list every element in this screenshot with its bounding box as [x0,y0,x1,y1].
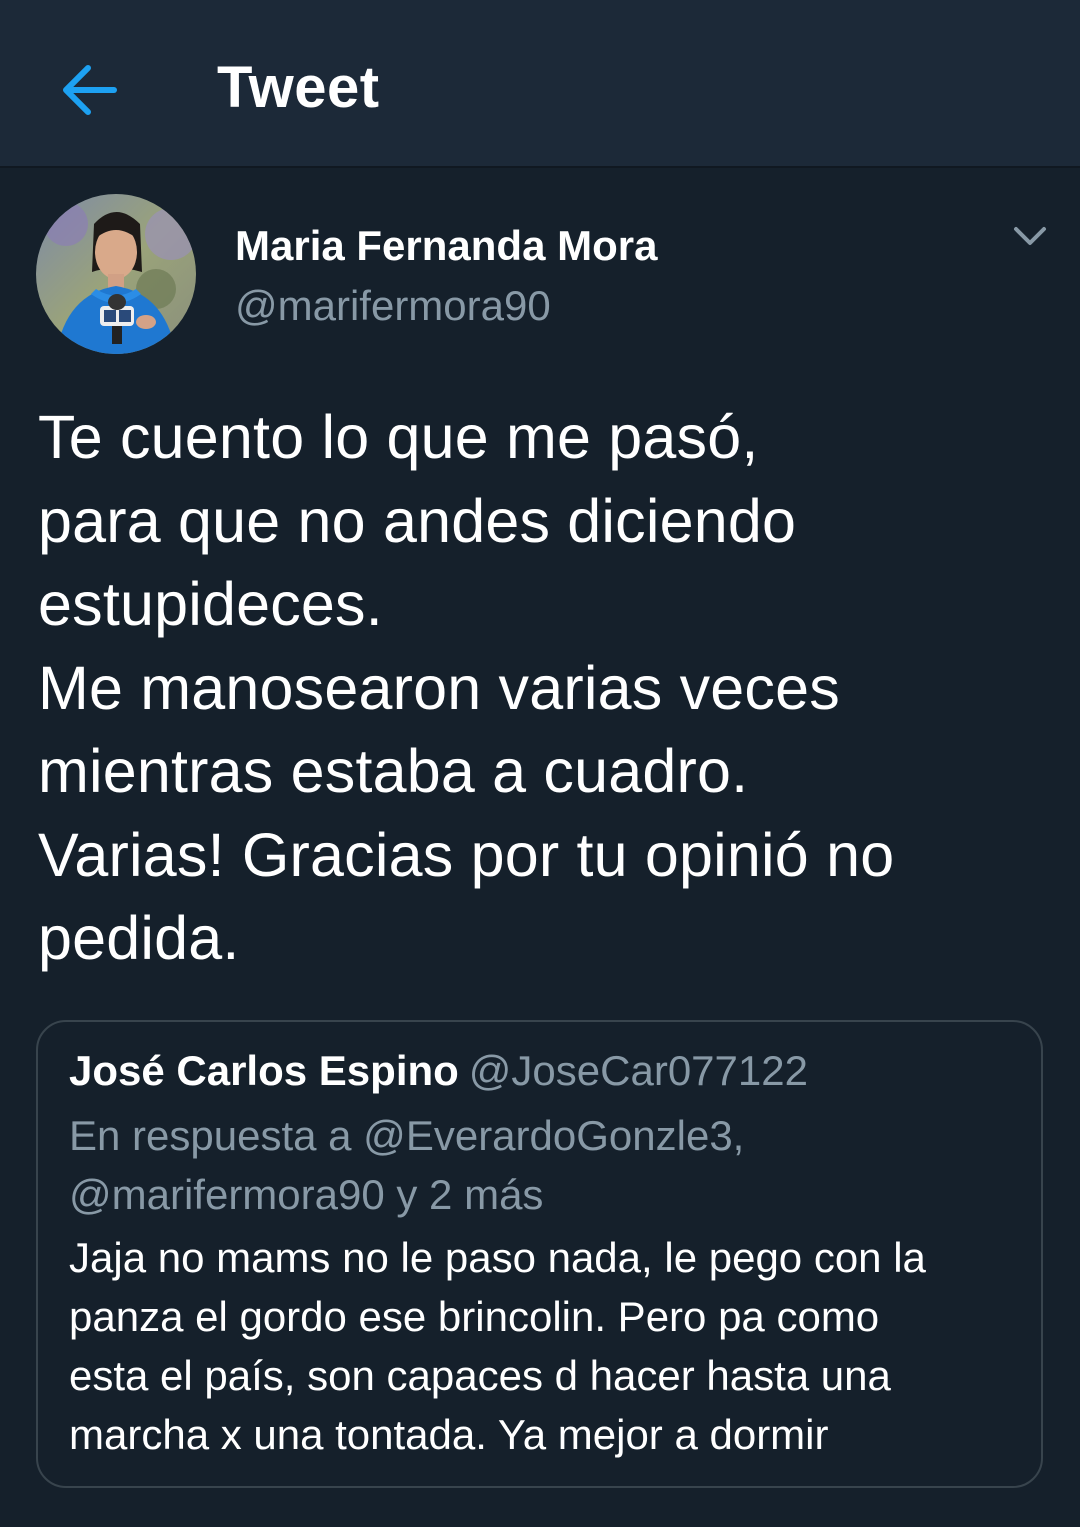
quoted-author-name: José Carlos Espino [69,1047,459,1094]
reply-context: En respuesta a @EverardoGonzle3, @marife… [69,1112,745,1218]
quoted-tweet-text: Jaja no mams no le paso nada, le pego co… [69,1234,926,1458]
chevron-down-icon [1014,227,1046,245]
author-name[interactable]: Maria Fernanda Mora [235,218,657,274]
author-handle[interactable]: @marifermora90 [235,278,551,334]
quoted-tweet-header: José Carlos Espino @JoseCar077122 [69,1042,808,1100]
profile-photo [36,194,196,354]
app-header: Tweet [0,0,1080,168]
page-title: Tweet [217,55,380,120]
more-options-button[interactable] [1000,214,1060,258]
avatar[interactable] [36,194,196,354]
back-button[interactable] [52,52,128,128]
quoted-author-handle: @JoseCar077122 [468,1047,808,1094]
quoted-tweet[interactable]: José Carlos Espino @JoseCar077122 En resp… [36,1020,1043,1488]
arrow-left-icon [63,65,117,115]
tweet-text: Te cuento lo que me pasó, para que no an… [38,403,895,972]
